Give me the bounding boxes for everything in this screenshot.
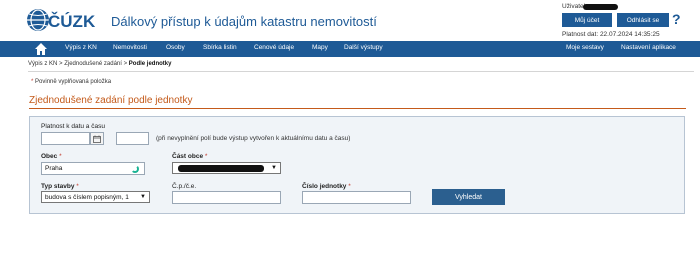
app-header: ČÚZK Dálkový přístup k údajům katastru n… xyxy=(0,0,700,41)
validity-label: Platnost k datu a času xyxy=(41,123,105,130)
validity-hint: (při nevyplnění polí bude výstup vytvoře… xyxy=(156,135,351,142)
nav-item-dalsi-vystupy[interactable]: Další výstupy xyxy=(344,44,383,51)
calendar-icon[interactable] xyxy=(90,132,104,145)
cislo-jednotky-label: Číslo jednotky * xyxy=(302,183,351,190)
cast-obce-label: Část obce * xyxy=(172,153,207,160)
svg-text:ČÚZK: ČÚZK xyxy=(48,12,96,31)
nav-item-sbirka-listin[interactable]: Sbírka listin xyxy=(203,44,237,51)
nav-item-vypis-z-kn[interactable]: Výpis z KN xyxy=(65,44,97,51)
required-note-text: Povinně vyplňovaná položka xyxy=(35,79,112,85)
date-input[interactable] xyxy=(41,132,90,145)
cp-ce-label: Č.p./č.e. xyxy=(172,183,197,190)
breadcrumb-link-vypis[interactable]: Výpis z KN xyxy=(28,61,57,67)
required-star: * xyxy=(76,183,79,190)
nav-item-mapy[interactable]: Mapy xyxy=(312,44,328,51)
search-button[interactable]: Vyhledat xyxy=(432,189,505,205)
time-input[interactable] xyxy=(116,132,149,145)
my-account-button[interactable]: Můj účet xyxy=(562,13,612,27)
required-field-note: * Povinně vyplňovaná položka xyxy=(31,79,111,85)
cislo-jednotky-label-text: Číslo jednotky xyxy=(302,183,347,190)
nav-item-cenove-udaje[interactable]: Cenové údaje xyxy=(254,44,294,51)
cast-obce-select[interactable]: ▼ xyxy=(172,162,281,174)
breadcrumb-current: Podle jednotky xyxy=(128,61,172,67)
typ-stavby-label: Typ stavby * xyxy=(41,183,79,190)
obec-label: Obec * xyxy=(41,153,62,160)
nav-item-moje-sestavy[interactable]: Moje sestavy xyxy=(566,44,604,51)
chevron-down-icon: ▼ xyxy=(271,165,277,171)
required-star: * xyxy=(348,183,351,190)
cuzk-logo[interactable]: ČÚZK xyxy=(26,6,106,34)
app-title: Dálkový přístup k údajům katastru nemovi… xyxy=(111,14,377,29)
obec-label-text: Obec xyxy=(41,153,58,160)
username-redacted xyxy=(583,4,618,10)
obec-value: Praha xyxy=(45,165,63,172)
cast-obce-label-text: Část obce xyxy=(172,153,204,160)
title-divider xyxy=(29,108,686,109)
logout-button[interactable]: Odhlásit se xyxy=(617,13,669,27)
breadcrumb-separator: > xyxy=(59,61,63,67)
typ-stavby-value: budova s číslem popisným, 1 xyxy=(45,193,129,201)
user-area: Uživatel: Můj účet Odhlásit se ? Platnos… xyxy=(562,3,698,41)
cast-obce-value-redacted xyxy=(178,165,264,172)
obec-input[interactable]: Praha xyxy=(41,162,145,175)
required-star: * xyxy=(31,79,34,85)
nav-item-nemovitosti[interactable]: Nemovitosti xyxy=(113,44,147,51)
search-form-panel: Platnost k datu a času (při nevyplnění p… xyxy=(29,116,685,214)
cislo-jednotky-input[interactable] xyxy=(302,191,411,204)
data-validity-timestamp: Platnost dat: 22.07.2024 14:35:25 xyxy=(562,31,660,38)
page-title: Zjednodušené zadání podle jednotky xyxy=(29,95,193,106)
nav-item-osoby[interactable]: Osoby xyxy=(166,44,185,51)
breadcrumb-link-zjednodusene[interactable]: Zjednodušené zadání xyxy=(64,61,122,67)
cp-ce-input[interactable] xyxy=(172,191,281,204)
loading-spinner-icon xyxy=(131,165,139,173)
required-star: * xyxy=(204,153,208,160)
home-icon[interactable] xyxy=(34,42,48,56)
main-nav: Výpis z KN Nemovitosti Osoby Sbírka list… xyxy=(0,41,700,57)
breadcrumb-separator: > xyxy=(123,61,128,67)
required-star: * xyxy=(59,153,62,160)
typ-stavby-label-text: Typ stavby xyxy=(41,183,75,190)
breadcrumb: Výpis z KN > Zjednodušené zadání > Podle… xyxy=(28,61,171,67)
typ-stavby-select[interactable]: budova s číslem popisným, 1 ▼ xyxy=(41,191,150,203)
breadcrumb-divider xyxy=(28,71,694,72)
help-icon[interactable]: ? xyxy=(672,11,681,27)
nav-item-nastaveni-aplikace[interactable]: Nastavení aplikace xyxy=(621,44,676,51)
chevron-down-icon: ▼ xyxy=(140,194,146,200)
